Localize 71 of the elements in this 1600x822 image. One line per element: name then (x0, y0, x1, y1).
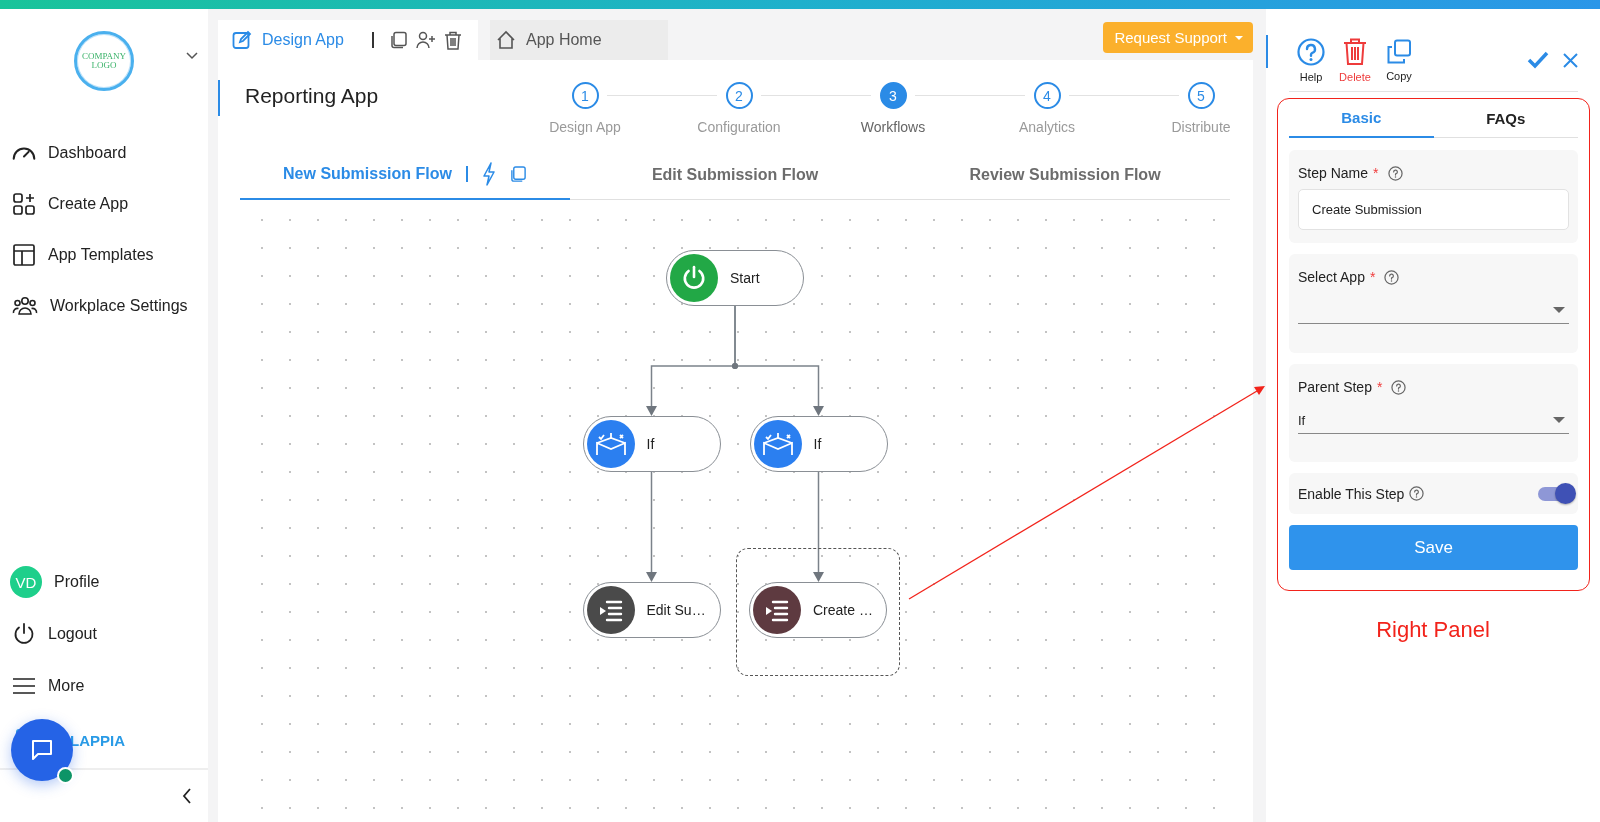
flow-node[interactable]: Start (666, 250, 804, 306)
company-logo: COMPANY LOGO (74, 31, 134, 91)
sidebar-item[interactable]: Dashboard (0, 127, 208, 178)
trash-icon (1343, 37, 1367, 66)
copy-icon[interactable] (509, 165, 527, 183)
app-tab[interactable]: Design App (218, 20, 478, 60)
delete-tool[interactable]: Delete (1333, 37, 1377, 83)
sidebar-item[interactable]: Workplace Settings (0, 280, 208, 331)
help-tool[interactable]: Help (1289, 37, 1333, 83)
help-icon[interactable] (1391, 379, 1407, 395)
brand-name: LAPPIA (70, 731, 125, 749)
step-number[interactable]: 3 (879, 82, 907, 109)
flow-tab[interactable]: Review Submission Flow (900, 150, 1230, 199)
flow-node[interactable]: Create … (735, 548, 900, 676)
step-label: Analytics (1019, 119, 1075, 135)
trash-icon[interactable] (443, 30, 462, 50)
apps-plus-icon (12, 191, 36, 216)
field-label: Enable This Step (1298, 485, 1405, 502)
step-number[interactable]: 1 (571, 82, 599, 109)
lightning-icon[interactable] (481, 162, 496, 186)
step-number[interactable]: 5 (1187, 82, 1215, 109)
annotation-label: Right Panel (1376, 617, 1490, 642)
condition-icon (753, 420, 802, 468)
sidebar-item[interactable]: Create App (0, 178, 208, 229)
flow-tab[interactable]: Edit Submission Flow (570, 150, 900, 199)
collapse-icon[interactable] (182, 788, 192, 804)
field-label: Select App (1298, 269, 1365, 285)
step-number[interactable]: 2 (725, 82, 753, 109)
flow-node[interactable]: Edit Su… (582, 582, 721, 638)
required-mark: * (1373, 165, 1379, 181)
help-icon[interactable] (1387, 165, 1403, 181)
copy-icon (1386, 38, 1412, 65)
power-icon (12, 622, 36, 646)
edit-icon (232, 30, 252, 50)
copy-tool[interactable]: Copy (1377, 38, 1421, 82)
check-icon[interactable] (1527, 51, 1549, 69)
condition-icon (586, 420, 635, 468)
flow-tab[interactable]: New Submission Flow (240, 150, 570, 200)
profile-item[interactable]: VD Profile (0, 556, 208, 608)
required-mark: * (1369, 269, 1376, 285)
help-icon (1297, 37, 1325, 66)
select-field[interactable]: If (1298, 407, 1569, 434)
field-label: Parent Step (1298, 379, 1372, 395)
home-icon (496, 30, 516, 50)
field-label: Step Name (1298, 165, 1369, 181)
panel-tab[interactable]: FAQs (1433, 99, 1578, 137)
step-label: Workflows (860, 119, 926, 135)
sidebar-item[interactable]: App Templates (0, 229, 208, 280)
step-label: Distribute (1171, 119, 1231, 135)
flow-node[interactable]: If (582, 416, 721, 472)
layout-icon (12, 242, 36, 267)
app-title: Reporting App (245, 84, 379, 108)
step-name-field[interactable]: Create Submission (1298, 189, 1569, 230)
help-icon[interactable] (1409, 486, 1425, 501)
flow-node[interactable]: If (749, 416, 888, 472)
sidebar-item[interactable]: More (0, 660, 208, 712)
chevron-down-icon[interactable] (186, 52, 198, 60)
step-label: Configuration (697, 119, 781, 135)
power-icon (670, 254, 718, 302)
chat-icon (30, 738, 54, 762)
panel-tab[interactable]: Basic (1289, 99, 1434, 138)
step-label: Design App (549, 119, 621, 135)
add-user-icon[interactable] (415, 31, 436, 49)
step-number[interactable]: 4 (1033, 82, 1061, 109)
required-mark: * (1376, 379, 1383, 395)
copy-icon[interactable] (389, 31, 408, 49)
sidebar-item[interactable]: Logout (0, 608, 208, 660)
close-icon[interactable] (1563, 52, 1578, 68)
app-tab[interactable]: App Home (490, 20, 668, 60)
user-avatar: VD (10, 566, 42, 598)
help-icon[interactable] (1384, 269, 1400, 285)
